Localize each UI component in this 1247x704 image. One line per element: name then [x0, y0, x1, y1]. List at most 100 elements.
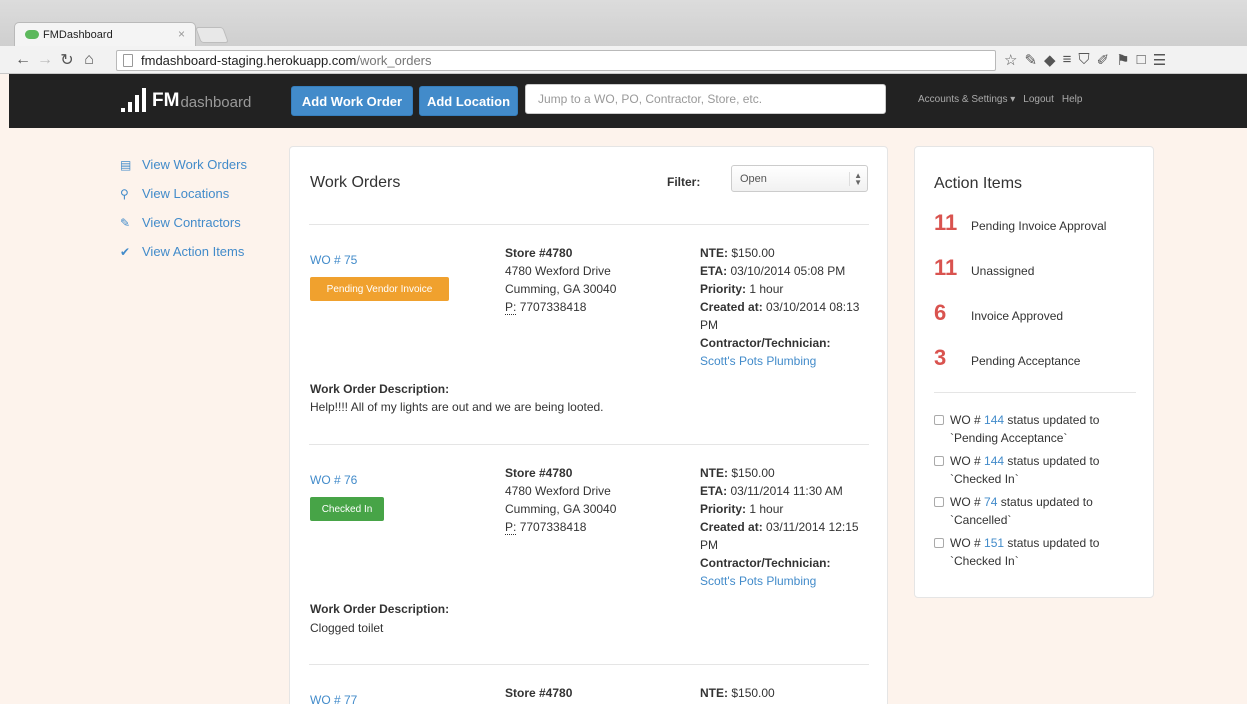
- work-orders-panel: Work Orders Filter: Open ▲ ▼ WO # 75 Pend…: [289, 146, 888, 704]
- store-city: Cumming, GA 30040: [505, 502, 617, 516]
- action-items-panel: Action Items 11 Pending Invoice Approval…: [914, 146, 1154, 598]
- update-prefix: WO #: [950, 495, 981, 509]
- panel-title: Work Orders: [310, 174, 401, 191]
- select-arrows-icon: ▲ ▼: [849, 172, 862, 187]
- browser-tab-bar: FMDashboard ×: [0, 0, 1247, 46]
- update-text: status updated to: [1007, 536, 1100, 550]
- eta-label: ETA:: [700, 484, 728, 498]
- forward-arrow-icon[interactable]: →: [34, 51, 56, 69]
- accounts-settings-link[interactable]: Accounts & Settings ▾: [918, 94, 1015, 105]
- priority-value: 1 hour: [749, 282, 784, 296]
- action-label: Pending Invoice Approval: [971, 219, 1107, 233]
- description-text: Help!!!! All of my lights are out and we…: [310, 400, 604, 414]
- app-navbar: FM dashboard Add Work Order Add Location…: [9, 74, 1247, 128]
- menu-icon[interactable]: ☰: [1153, 51, 1166, 69]
- update-text: status updated to: [1007, 454, 1100, 468]
- wo-link[interactable]: WO # 75: [310, 253, 357, 267]
- status-update-item: WO # 144 status updated to `Checked In`: [934, 452, 1144, 488]
- sidebar: ▤ View Work Orders ⚲ View Locations ✎ Vi…: [120, 150, 247, 266]
- wo-number-link[interactable]: 74: [984, 495, 997, 509]
- wo-link[interactable]: WO # 76: [310, 473, 357, 487]
- sidebar-item-label: View Contractors: [142, 215, 241, 230]
- action-count-row[interactable]: 11 Pending Invoice Approval: [934, 210, 1106, 236]
- star-icon[interactable]: ☆: [1004, 51, 1017, 69]
- action-label: Unassigned: [971, 264, 1035, 278]
- wo-number-link[interactable]: 144: [984, 413, 1004, 427]
- reload-icon[interactable]: ↻: [56, 50, 78, 70]
- description-label: Work Order Description:: [310, 602, 450, 616]
- status-update-checkbox[interactable]: [934, 538, 944, 548]
- address-bar[interactable]: fmdashboard-staging.herokuapp.com/work_o…: [116, 50, 996, 71]
- search-input[interactable]: [525, 84, 886, 114]
- layers-icon[interactable]: ≡: [1063, 51, 1072, 69]
- update-status: `Checked In`: [950, 472, 1019, 486]
- status-update-checkbox[interactable]: [934, 497, 944, 507]
- wrench-tool-icon[interactable]: ✎: [1024, 51, 1037, 69]
- map-marker-icon: ⚲: [120, 186, 129, 201]
- bookmark-icon[interactable]: ⚑: [1116, 51, 1129, 69]
- wo-number-link[interactable]: 151: [984, 536, 1004, 550]
- status-update-checkbox[interactable]: [934, 456, 944, 466]
- window-icon[interactable]: □: [1137, 51, 1146, 69]
- nte-value: $150.00: [731, 466, 775, 480]
- action-count: 6: [934, 300, 947, 325]
- phone-label: P:: [505, 300, 517, 315]
- priority-value: 1 hour: [749, 502, 784, 516]
- sidebar-item-action-items[interactable]: ✔ View Action Items: [120, 237, 247, 266]
- sidebar-item-locations[interactable]: ⚲ View Locations: [120, 179, 247, 208]
- add-work-order-button[interactable]: Add Work Order: [291, 86, 413, 116]
- status-update-item: WO # 74 status updated to `Cancelled`: [934, 493, 1144, 529]
- panel-title: Action Items: [934, 175, 1023, 192]
- home-icon[interactable]: ⌂: [78, 51, 100, 69]
- priority-label: Priority:: [700, 502, 747, 516]
- brand-logo[interactable]: FM dashboard: [121, 88, 251, 112]
- store-info: Store #4780 4780 Wexford Drive Cumming, …: [505, 464, 665, 536]
- help-link[interactable]: Help: [1062, 94, 1083, 105]
- page-icon: [123, 54, 133, 67]
- new-tab-button[interactable]: [195, 27, 229, 43]
- fmdashboard-favicon-icon: [25, 30, 39, 39]
- action-count-row[interactable]: 6 Invoice Approved: [934, 300, 1063, 326]
- diamond-icon[interactable]: ◆: [1044, 51, 1056, 69]
- add-location-button[interactable]: Add Location: [419, 86, 518, 116]
- store-city: Cumming, GA 30040: [505, 282, 617, 296]
- contractor-link[interactable]: Scott's Pots Plumbing: [700, 354, 816, 368]
- store-address: 4780 Wexford Drive: [505, 484, 611, 498]
- back-arrow-icon[interactable]: ←: [12, 51, 34, 69]
- store-phone: 7707338418: [519, 300, 587, 314]
- contractor-label: Contractor/Technician:: [700, 336, 831, 350]
- shield-icon[interactable]: ⛉: [1078, 51, 1089, 69]
- contractor-link[interactable]: Scott's Pots Plumbing: [700, 574, 816, 588]
- status-badge: Pending Vendor Invoice: [310, 277, 449, 301]
- sidebar-item-label: View Action Items: [142, 244, 245, 259]
- nte-label: NTE:: [700, 246, 728, 260]
- url-host: fmdashboard-staging.herokuapp.com: [141, 53, 357, 68]
- wo-link[interactable]: WO # 77: [310, 693, 357, 704]
- wo-number-link[interactable]: 144: [984, 454, 1004, 468]
- phone-label: P:: [505, 520, 517, 535]
- nte-value: $150.00: [731, 686, 775, 700]
- store-address: 4780 Wexford Drive: [505, 264, 611, 278]
- action-count-row[interactable]: 11 Unassigned: [934, 255, 1034, 281]
- wo-details: NTE: $150.00 ETA: 03/10/2014 05:08 PM Pr…: [700, 244, 870, 370]
- filter-value: Open: [740, 172, 767, 185]
- update-text: status updated to: [1007, 413, 1100, 427]
- eta-value: 03/11/2014 11:30 AM: [730, 484, 843, 498]
- divider: [309, 224, 869, 225]
- sidebar-item-contractors[interactable]: ✎ View Contractors: [120, 208, 247, 237]
- action-count: 3: [934, 345, 947, 370]
- action-count: 11: [934, 255, 958, 280]
- nte-label: NTE:: [700, 686, 728, 700]
- logout-link[interactable]: Logout: [1023, 94, 1054, 105]
- browser-tab[interactable]: FMDashboard ×: [14, 22, 196, 46]
- action-count-row[interactable]: 3 Pending Acceptance: [934, 345, 1080, 371]
- dropper-icon[interactable]: ✐: [1097, 51, 1110, 69]
- tab-close-icon[interactable]: ×: [178, 27, 185, 41]
- store-info: Store #4780 4780 Wexford Drive Cumming, …: [505, 244, 665, 316]
- status-update-checkbox[interactable]: [934, 415, 944, 425]
- eta-value: 03/10/2014 05:08 PM: [730, 264, 846, 278]
- description-text: Clogged toilet: [310, 621, 384, 635]
- nav-right-links: Accounts & Settings ▾ Logout Help: [918, 94, 1082, 105]
- sidebar-item-work-orders[interactable]: ▤ View Work Orders: [120, 150, 247, 179]
- filter-select[interactable]: Open ▲ ▼: [731, 165, 868, 192]
